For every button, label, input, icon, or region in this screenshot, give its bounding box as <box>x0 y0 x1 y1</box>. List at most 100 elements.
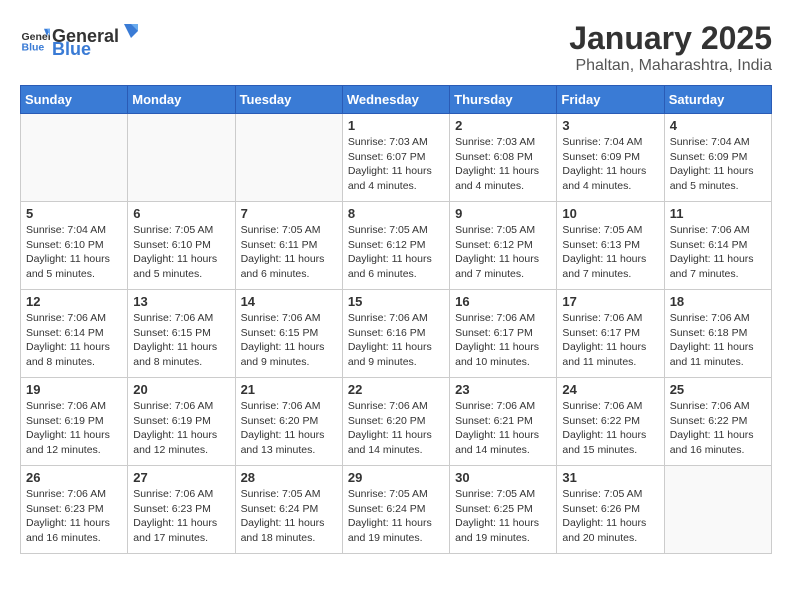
day-info: Sunrise: 7:05 AM Sunset: 6:13 PM Dayligh… <box>562 223 658 282</box>
day-number: 13 <box>133 294 229 309</box>
day-info: Sunrise: 7:04 AM Sunset: 6:09 PM Dayligh… <box>670 135 766 194</box>
day-number: 21 <box>241 382 337 397</box>
day-info: Sunrise: 7:06 AM Sunset: 6:14 PM Dayligh… <box>26 311 122 370</box>
calendar-cell: 21 Sunrise: 7:06 AM Sunset: 6:20 PM Dayli… <box>235 378 342 466</box>
day-number: 5 <box>26 206 122 221</box>
calendar-cell: 9 Sunrise: 7:05 AM Sunset: 6:12 PM Daylig… <box>450 202 557 290</box>
page-header: General Blue General Blue January 2025 P… <box>20 20 772 75</box>
calendar-week-5: 26 Sunrise: 7:06 AM Sunset: 6:23 PM Dayli… <box>21 466 772 554</box>
calendar-cell: 23Sunrise: 7:06 AM Sunset: 6:21 PM Dayli… <box>450 378 557 466</box>
day-info: Sunrise: 7:05 AM Sunset: 6:12 PM Dayligh… <box>455 223 551 282</box>
day-info: Sunrise: 7:06 AM Sunset: 6:20 PM Dayligh… <box>241 399 337 458</box>
calendar-cell: 24Sunrise: 7:06 AM Sunset: 6:22 PM Dayli… <box>557 378 664 466</box>
calendar-cell: 26 Sunrise: 7:06 AM Sunset: 6:23 PM Dayli… <box>21 466 128 554</box>
day-info: Sunrise: 7:05 AM Sunset: 6:11 PM Dayligh… <box>241 223 337 282</box>
day-number: 27 <box>133 470 229 485</box>
calendar-cell: 27 Sunrise: 7:06 AM Sunset: 6:23 PM Dayli… <box>128 466 235 554</box>
weekday-header-sunday: Sunday <box>21 86 128 114</box>
calendar-week-2: 5Sunrise: 7:04 AM Sunset: 6:10 PM Daylig… <box>21 202 772 290</box>
calendar-cell: 4 Sunrise: 7:04 AM Sunset: 6:09 PM Daylig… <box>664 114 771 202</box>
calendar-cell: 12Sunrise: 7:06 AM Sunset: 6:14 PM Dayli… <box>21 290 128 378</box>
weekday-header-monday: Monday <box>128 86 235 114</box>
day-info: Sunrise: 7:04 AM Sunset: 6:09 PM Dayligh… <box>562 135 658 194</box>
day-info: Sunrise: 7:06 AM Sunset: 6:17 PM Dayligh… <box>455 311 551 370</box>
day-number: 6 <box>133 206 229 221</box>
day-info: Sunrise: 7:06 AM Sunset: 6:16 PM Dayligh… <box>348 311 444 370</box>
day-number: 25 <box>670 382 766 397</box>
day-number: 16 <box>455 294 551 309</box>
day-info: Sunrise: 7:06 AM Sunset: 6:22 PM Dayligh… <box>562 399 658 458</box>
calendar-cell: 17 Sunrise: 7:06 AM Sunset: 6:17 PM Dayli… <box>557 290 664 378</box>
day-number: 29 <box>348 470 444 485</box>
day-number: 1 <box>348 118 444 133</box>
calendar-cell: 25 Sunrise: 7:06 AM Sunset: 6:22 PM Dayli… <box>664 378 771 466</box>
calendar-cell <box>235 114 342 202</box>
day-number: 2 <box>455 118 551 133</box>
day-info: Sunrise: 7:06 AM Sunset: 6:18 PM Dayligh… <box>670 311 766 370</box>
day-number: 20 <box>133 382 229 397</box>
day-number: 26 <box>26 470 122 485</box>
calendar-cell: 3 Sunrise: 7:04 AM Sunset: 6:09 PM Daylig… <box>557 114 664 202</box>
svg-text:Blue: Blue <box>22 42 45 54</box>
day-info: Sunrise: 7:06 AM Sunset: 6:19 PM Dayligh… <box>133 399 229 458</box>
day-info: Sunrise: 7:06 AM Sunset: 6:20 PM Dayligh… <box>348 399 444 458</box>
day-number: 4 <box>670 118 766 133</box>
day-info: Sunrise: 7:06 AM Sunset: 6:15 PM Dayligh… <box>241 311 337 370</box>
calendar-cell: 19Sunrise: 7:06 AM Sunset: 6:19 PM Dayli… <box>21 378 128 466</box>
day-number: 7 <box>241 206 337 221</box>
calendar-cell <box>664 466 771 554</box>
day-info: Sunrise: 7:05 AM Sunset: 6:10 PM Dayligh… <box>133 223 229 282</box>
day-number: 8 <box>348 206 444 221</box>
calendar-cell: 7 Sunrise: 7:05 AM Sunset: 6:11 PM Daylig… <box>235 202 342 290</box>
calendar-cell: 18 Sunrise: 7:06 AM Sunset: 6:18 PM Dayli… <box>664 290 771 378</box>
title-block: January 2025 Phaltan, Maharashtra, India <box>569 20 772 75</box>
calendar-cell: 1 Sunrise: 7:03 AM Sunset: 6:07 PM Daylig… <box>342 114 449 202</box>
calendar-cell <box>21 114 128 202</box>
weekday-header-saturday: Saturday <box>664 86 771 114</box>
weekday-header-friday: Friday <box>557 86 664 114</box>
calendar-cell: 20 Sunrise: 7:06 AM Sunset: 6:19 PM Dayli… <box>128 378 235 466</box>
weekday-header-thursday: Thursday <box>450 86 557 114</box>
day-number: 18 <box>670 294 766 309</box>
logo: General Blue General Blue <box>20 20 143 60</box>
weekday-header-row: SundayMondayTuesdayWednesdayThursdayFrid… <box>21 86 772 114</box>
calendar-cell: 30 Sunrise: 7:05 AM Sunset: 6:25 PM Dayli… <box>450 466 557 554</box>
day-number: 11 <box>670 206 766 221</box>
location-subtitle: Phaltan, Maharashtra, India <box>569 57 772 75</box>
calendar-cell: 2 Sunrise: 7:03 AM Sunset: 6:08 PM Daylig… <box>450 114 557 202</box>
day-info: Sunrise: 7:06 AM Sunset: 6:14 PM Dayligh… <box>670 223 766 282</box>
day-number: 9 <box>455 206 551 221</box>
day-info: Sunrise: 7:05 AM Sunset: 6:24 PM Dayligh… <box>241 487 337 546</box>
day-info: Sunrise: 7:06 AM Sunset: 6:17 PM Dayligh… <box>562 311 658 370</box>
day-info: Sunrise: 7:06 AM Sunset: 6:15 PM Dayligh… <box>133 311 229 370</box>
calendar-cell: 22Sunrise: 7:06 AM Sunset: 6:20 PM Dayli… <box>342 378 449 466</box>
day-number: 10 <box>562 206 658 221</box>
day-info: Sunrise: 7:05 AM Sunset: 6:25 PM Dayligh… <box>455 487 551 546</box>
day-info: Sunrise: 7:06 AM Sunset: 6:23 PM Dayligh… <box>26 487 122 546</box>
day-info: Sunrise: 7:05 AM Sunset: 6:26 PM Dayligh… <box>562 487 658 546</box>
day-info: Sunrise: 7:03 AM Sunset: 6:08 PM Dayligh… <box>455 135 551 194</box>
weekday-header-wednesday: Wednesday <box>342 86 449 114</box>
calendar-cell: 10 Sunrise: 7:05 AM Sunset: 6:13 PM Dayli… <box>557 202 664 290</box>
day-number: 15 <box>348 294 444 309</box>
day-number: 17 <box>562 294 658 309</box>
day-number: 30 <box>455 470 551 485</box>
calendar-cell: 5Sunrise: 7:04 AM Sunset: 6:10 PM Daylig… <box>21 202 128 290</box>
calendar-table: SundayMondayTuesdayWednesdayThursdayFrid… <box>20 85 772 554</box>
day-info: Sunrise: 7:06 AM Sunset: 6:23 PM Dayligh… <box>133 487 229 546</box>
day-info: Sunrise: 7:03 AM Sunset: 6:07 PM Dayligh… <box>348 135 444 194</box>
day-number: 14 <box>241 294 337 309</box>
day-info: Sunrise: 7:06 AM Sunset: 6:22 PM Dayligh… <box>670 399 766 458</box>
day-info: Sunrise: 7:06 AM Sunset: 6:21 PM Dayligh… <box>455 399 551 458</box>
calendar-cell: 28 Sunrise: 7:05 AM Sunset: 6:24 PM Dayli… <box>235 466 342 554</box>
calendar-cell: 15 Sunrise: 7:06 AM Sunset: 6:16 PM Dayli… <box>342 290 449 378</box>
day-info: Sunrise: 7:06 AM Sunset: 6:19 PM Dayligh… <box>26 399 122 458</box>
day-info: Sunrise: 7:05 AM Sunset: 6:12 PM Dayligh… <box>348 223 444 282</box>
calendar-cell: 13 Sunrise: 7:06 AM Sunset: 6:15 PM Dayli… <box>128 290 235 378</box>
calendar-cell: 6 Sunrise: 7:05 AM Sunset: 6:10 PM Daylig… <box>128 202 235 290</box>
calendar-week-1: 1 Sunrise: 7:03 AM Sunset: 6:07 PM Daylig… <box>21 114 772 202</box>
calendar-week-4: 19Sunrise: 7:06 AM Sunset: 6:19 PM Dayli… <box>21 378 772 466</box>
day-number: 28 <box>241 470 337 485</box>
day-number: 3 <box>562 118 658 133</box>
calendar-cell: 16 Sunrise: 7:06 AM Sunset: 6:17 PM Dayli… <box>450 290 557 378</box>
